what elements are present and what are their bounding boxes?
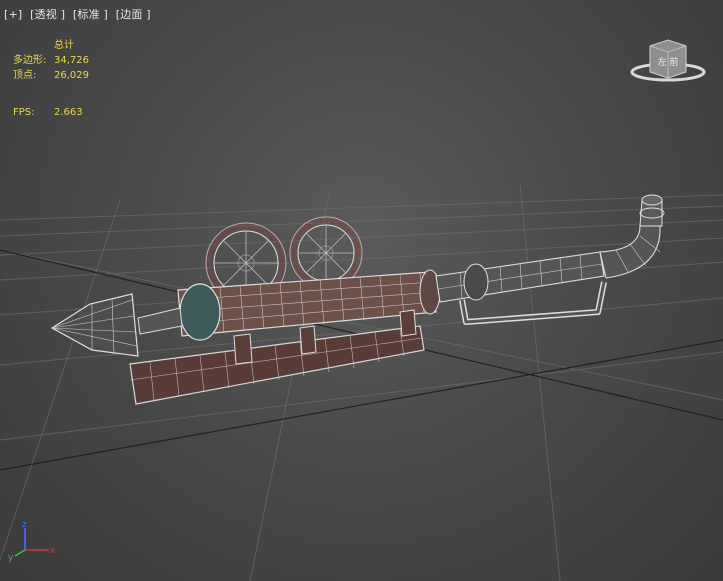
axis-x-label: x	[50, 546, 56, 556]
pipe-elbow	[599, 225, 661, 279]
home-grid	[0, 184, 723, 581]
wireframe-model[interactable]	[50, 194, 665, 405]
axis-z-label: z	[22, 520, 27, 530]
viewcube[interactable]: 左 前	[630, 36, 706, 84]
axis-tripod: z x y	[8, 520, 56, 562]
viewport-scene[interactable]	[0, 0, 723, 581]
viewcube-face-label: 左 前	[658, 56, 679, 68]
axis-y-label: y	[8, 553, 14, 562]
drill-tip	[50, 293, 139, 357]
barrel-collar	[179, 283, 221, 341]
rear-pipe	[435, 251, 605, 303]
